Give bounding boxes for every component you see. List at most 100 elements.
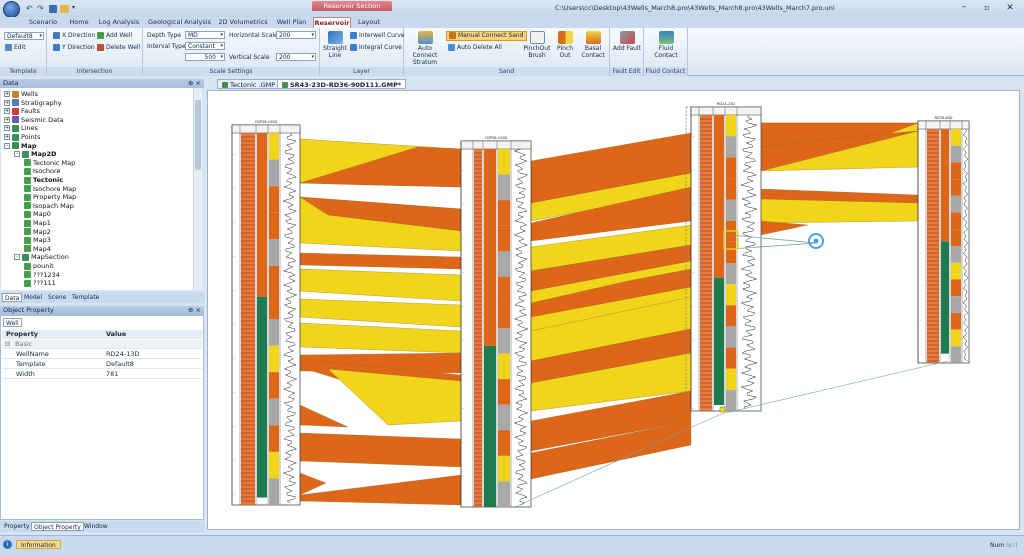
delete-well-button[interactable]: Delete Well xyxy=(97,44,140,52)
cross-section-svg[interactable]: CDP26-100D———————————CDP26-120D—————————… xyxy=(208,91,1021,531)
vertical-scale-select[interactable]: 200 xyxy=(276,53,316,61)
tab-2d-volumetrics[interactable]: 2D Volumetrics xyxy=(217,17,269,28)
sand-column-cell xyxy=(726,136,736,158)
obj-panel-pin-close-icon[interactable]: ⊕ × xyxy=(188,306,201,315)
horizontal-scale-select[interactable]: 200 xyxy=(276,31,316,39)
sand-column-cell xyxy=(269,265,279,293)
vertical-scale-label: Vertical Scale xyxy=(229,54,270,61)
tab-data[interactable]: Data xyxy=(2,293,23,302)
tab-property[interactable]: Property xyxy=(2,522,31,531)
straight-line-button[interactable]: Straight Line xyxy=(322,31,348,59)
section-canvas[interactable]: CDP26-100D — — — — — — — — — — — CDP26-120D — — — — — — — — —… xyxy=(207,90,1020,530)
pinch-out-button[interactable]: Pinch Out xyxy=(554,31,576,59)
window-title: C:\Users\cc\Desktop\43Wells_March8.pro\4… xyxy=(555,4,835,12)
interval-type-select[interactable]: Constant xyxy=(185,42,225,50)
quick-access-dropdown-icon[interactable]: ▾ xyxy=(72,4,75,11)
sand-band xyxy=(299,404,349,428)
tab-reservoir[interactable]: Reservoir xyxy=(313,17,351,28)
information-tab[interactable]: Information xyxy=(16,540,61,549)
property-row-wellname[interactable]: WellName RD24-13D xyxy=(2,350,202,359)
sand-column-cell xyxy=(726,263,736,285)
tab-geological-analysis[interactable]: Geological Analysis xyxy=(146,17,213,28)
interwell-curve-button[interactable]: Interwell Curve xyxy=(350,32,405,40)
tree-node-icon xyxy=(24,262,31,270)
tab-home[interactable]: Home xyxy=(65,17,93,28)
sand-column-cell xyxy=(269,345,279,373)
tab-log-analysis[interactable]: Log Analysis xyxy=(97,17,141,28)
tab-scene[interactable]: Scene xyxy=(46,293,68,302)
fluid-contact-button[interactable]: Fluid Contact xyxy=(649,31,683,59)
tab-scenario[interactable]: Scenario xyxy=(26,17,60,28)
selection-handle xyxy=(719,406,726,413)
basal-contact-button[interactable]: Basal Contact xyxy=(579,31,607,59)
add-well-button[interactable]: Add Well xyxy=(97,32,132,40)
tab-window[interactable]: Window xyxy=(82,522,110,531)
x-direction-button[interactable]: X Direction xyxy=(53,32,95,40)
redo-icon[interactable]: ↷ xyxy=(37,4,46,13)
template-select[interactable]: Default8 xyxy=(4,32,44,40)
expand-toggle-icon[interactable]: - xyxy=(14,151,20,158)
group-fault-edit: Add Fault Fault Edit xyxy=(610,28,644,76)
status-bar: i Information Num Scrl xyxy=(0,535,1024,555)
add-well-icon xyxy=(97,32,104,39)
maximize-button[interactable]: ▫ xyxy=(980,2,994,14)
tab-object-property[interactable]: Object Property xyxy=(31,522,84,531)
group-fluid-contact: Fluid Contact Fluid Contact xyxy=(644,28,688,76)
add-fault-button[interactable]: Add Fault xyxy=(613,31,641,52)
open-icon[interactable] xyxy=(60,5,69,13)
status-num: Num xyxy=(990,542,1005,549)
manual-connect-sand-button[interactable]: Manual Connect Sand xyxy=(446,31,527,41)
expand-toggle-icon[interactable]: + xyxy=(4,116,10,123)
doc-tab-tectonic[interactable]: Tectonic .GMP xyxy=(217,79,281,89)
property-row-template[interactable]: Template Default8 xyxy=(2,360,202,369)
tree-scrollbar[interactable] xyxy=(193,88,202,290)
expand-toggle-icon[interactable]: + xyxy=(4,125,10,132)
edit-template-button[interactable]: Edit xyxy=(5,44,26,52)
auto-connect-stratum-button[interactable]: Auto Connect Stratum xyxy=(406,31,444,66)
tree-item-label: Map2D xyxy=(31,150,57,159)
pinchout-brush-button[interactable]: PinchOut Brush xyxy=(523,31,551,59)
auto-delete-all-button[interactable]: Auto Delete All xyxy=(448,44,502,52)
tree-item-label: Isopach Map xyxy=(33,201,74,210)
interval-value-input[interactable]: 500 xyxy=(185,53,225,61)
expand-toggle-icon[interactable]: + xyxy=(4,99,10,106)
expand-toggle-icon[interactable]: - xyxy=(14,254,20,261)
property-group-basic[interactable]: ⊟ Basic xyxy=(2,340,202,349)
group-template: Default8 Edit Template xyxy=(0,28,47,76)
y-direction-icon xyxy=(53,44,60,51)
minimize-button[interactable]: – xyxy=(957,2,971,14)
tab-well[interactable]: Well xyxy=(3,318,22,327)
sand-column-cell xyxy=(726,115,736,137)
integral-curve-button[interactable]: Integral Curve xyxy=(350,44,402,52)
lithology-column xyxy=(927,129,939,363)
app-logo-icon[interactable] xyxy=(3,1,20,18)
tree-node-icon xyxy=(24,176,31,184)
undo-icon[interactable]: ↶ xyxy=(26,4,35,13)
expand-toggle-icon[interactable]: + xyxy=(4,108,10,115)
expand-toggle-icon[interactable]: + xyxy=(4,91,10,97)
edit-icon xyxy=(5,44,12,51)
expand-toggle-icon[interactable]: - xyxy=(4,142,10,149)
tab-well-plan[interactable]: Well Plan xyxy=(274,17,309,28)
tab-model[interactable]: Model xyxy=(22,293,44,302)
panel-pin-close-icon[interactable]: ⊕ × xyxy=(188,79,201,88)
well-name-label: CDP26-100D xyxy=(255,120,278,124)
y-direction-button[interactable]: Y Direction xyxy=(53,44,95,52)
data-tree: + Wells + Stratigraphy + Faults + Seismic Data +… xyxy=(1,88,193,290)
sand-column-cell xyxy=(269,372,279,399)
expand-toggle-icon[interactable]: + xyxy=(4,134,10,140)
save-icon[interactable] xyxy=(49,5,57,13)
tab-template[interactable]: Template xyxy=(70,293,101,302)
property-row-width[interactable]: Width 781 xyxy=(2,370,202,379)
sand-column-cell xyxy=(269,451,279,479)
gmp-file-icon xyxy=(222,82,228,88)
tree-scroll-thumb[interactable] xyxy=(195,100,201,170)
sand-column-cell xyxy=(498,379,510,405)
doc-tab-section[interactable]: SR43-23D-RD36-90D111.GMP* xyxy=(277,79,407,89)
tree-item[interactable]: ???111 xyxy=(24,279,56,288)
tree-item-label: Isochore xyxy=(33,167,61,176)
close-button[interactable]: ✕ xyxy=(1003,2,1017,14)
tree-item-label: Map0 xyxy=(33,210,51,219)
tab-layout[interactable]: Layout xyxy=(354,17,384,28)
depth-type-select[interactable]: MD xyxy=(185,31,225,39)
